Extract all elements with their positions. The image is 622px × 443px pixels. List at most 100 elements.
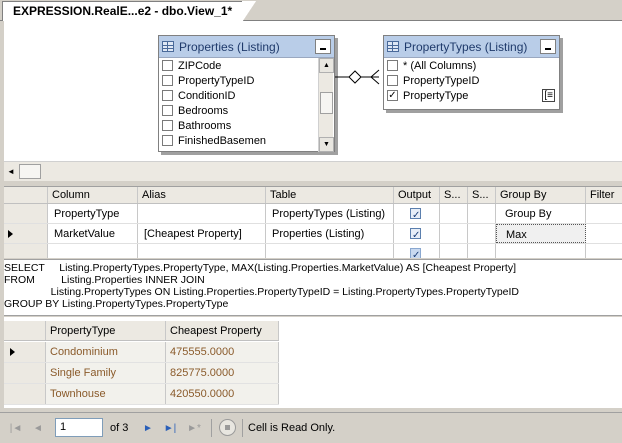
column-item[interactable]: ✓ PropertyType [≡ [384,88,559,103]
row-header-cell[interactable] [4,204,48,223]
propertytypes-table-header[interactable]: PropertyTypes (Listing) [384,36,559,58]
column-checkbox[interactable] [162,120,173,131]
cell-filter[interactable] [586,204,622,223]
previous-record-icon[interactable]: ◄ [30,420,46,436]
cell-sort-order[interactable] [468,244,496,258]
new-record-icon[interactable]: ►* [186,420,202,436]
cell-alias[interactable] [138,204,266,223]
cell-table[interactable]: Properties (Listing) [266,224,394,243]
row-header-cell[interactable] [4,244,48,258]
cell-column[interactable]: PropertyType [48,204,138,223]
table-row[interactable]: Townhouse 420550.0000 [4,384,279,405]
cell-group-by[interactable] [496,244,586,258]
cell-propertytype[interactable]: Condominium [46,342,166,362]
cell-sort-order[interactable] [468,224,496,243]
next-record-icon[interactable]: ► [140,420,156,436]
cell-group-by[interactable]: Group By [496,204,586,223]
cell-column[interactable]: MarketValue [48,224,138,243]
cell-sort-type[interactable] [440,204,468,223]
cell-propertytype[interactable]: Single Family [46,363,166,383]
header-alias[interactable]: Alias [138,187,266,203]
criteria-row-new[interactable] [4,244,622,258]
cell-cheapest-property[interactable]: 825775.0000 [166,363,279,383]
cell-sort-type[interactable] [440,244,468,258]
column-checkbox-checked[interactable]: ✓ [387,90,398,101]
cell-sort-type[interactable] [440,224,468,243]
row-header-cell[interactable] [4,384,46,404]
properties-table-box[interactable]: Properties (Listing) ZIPCode PropertyTyp… [158,35,335,152]
column-checkbox[interactable] [387,75,398,86]
cell-sort-order[interactable] [468,204,496,223]
output-checkbox[interactable] [410,206,421,223]
header-group-by[interactable]: Group By [496,187,586,203]
join-connector[interactable] [335,65,385,89]
last-record-icon[interactable]: ►| [162,420,178,436]
criteria-row[interactable]: PropertyType PropertyTypes (Listing) Gro… [4,204,622,224]
diagram-hscrollbar[interactable]: ◄ [4,161,622,181]
cell-table[interactable]: PropertyTypes (Listing) [266,204,394,223]
header-filter[interactable]: Filter [586,187,622,203]
column-checkbox[interactable] [162,75,173,86]
first-record-icon[interactable]: |◄ [8,420,24,436]
minimize-button[interactable] [540,39,556,54]
column-item[interactable]: Bedrooms [159,103,334,118]
criteria-row[interactable]: MarketValue [Cheapest Property] Properti… [4,224,622,244]
column-checkbox[interactable] [387,60,398,71]
output-checkbox[interactable] [410,226,421,243]
sql-line: FROM Listing.Properties INNER JOIN [4,274,205,286]
cell-filter[interactable] [586,244,622,258]
header-sort-order[interactable]: S... [468,187,496,203]
column-item[interactable]: FinishedBasemen [159,133,334,148]
results-grid[interactable]: PropertyType Cheapest Property Condomini… [4,317,622,408]
column-item[interactable]: ConditionID [159,88,334,103]
column-checkbox[interactable] [162,105,173,116]
header-output[interactable]: Output [394,187,440,203]
column-checkbox[interactable] [162,135,173,146]
row-header-cell[interactable] [4,224,48,243]
header-column[interactable]: Column [48,187,138,203]
row-header-cell[interactable] [4,363,46,383]
header-table[interactable]: Table [266,187,394,203]
header-propertytype[interactable]: PropertyType [46,321,166,340]
current-record-input[interactable]: 1 [55,418,103,437]
header-sort-type[interactable]: S... [440,187,468,203]
properties-scrollbar[interactable]: ▲ ▼ [318,58,334,152]
diagram-pane[interactable]: Properties (Listing) ZIPCode PropertyTyp… [4,21,622,161]
cell-cheapest-property[interactable]: 475555.0000 [166,342,279,362]
minimize-button[interactable] [315,39,331,54]
properties-table-header[interactable]: Properties (Listing) [159,36,334,58]
criteria-grid[interactable]: Column Alias Table Output S... S... Grou… [4,186,622,258]
header-cheapest-property[interactable]: Cheapest Property [166,321,279,340]
column-item[interactable]: Bathrooms [159,118,334,133]
stop-icon[interactable] [219,419,236,436]
sql-pane[interactable]: SELECT Listing.PropertyTypes.PropertyTyp… [4,259,622,316]
view-tab[interactable]: EXPRESSION.RealE...e2 - dbo.View_1* [2,1,257,22]
column-item[interactable]: PropertyTypeID [384,73,559,88]
column-item[interactable]: * (All Columns) [384,58,559,73]
cell-table[interactable] [266,244,394,258]
cell-output[interactable] [394,204,440,223]
column-item[interactable]: ZIPCode [159,58,334,73]
cell-alias[interactable] [138,244,266,258]
table-row[interactable]: Condominium 475555.0000 [4,342,279,363]
table-row[interactable]: Single Family 825775.0000 [4,363,279,384]
cell-filter[interactable] [586,224,622,243]
output-checkbox[interactable] [410,246,421,258]
scroll-thumb[interactable] [320,92,333,114]
cell-group-by-selected[interactable]: Max [496,224,586,243]
scroll-down-arrow-icon[interactable]: ▼ [319,137,334,152]
cell-output[interactable] [394,244,440,258]
cell-alias[interactable]: [Cheapest Property] [138,224,266,243]
row-header-cell[interactable] [4,342,46,362]
column-checkbox[interactable] [162,90,173,101]
scroll-up-arrow-icon[interactable]: ▲ [319,58,334,73]
column-checkbox[interactable] [162,60,173,71]
scroll-thumb[interactable] [19,164,41,179]
scroll-left-arrow-icon[interactable]: ◄ [4,164,18,179]
propertytypes-table-box[interactable]: PropertyTypes (Listing) * (All Columns) … [383,35,560,110]
cell-cheapest-property[interactable]: 420550.0000 [166,384,279,404]
cell-column[interactable] [48,244,138,258]
column-item[interactable]: PropertyTypeID [159,73,334,88]
cell-output[interactable] [394,224,440,243]
cell-propertytype[interactable]: Townhouse [46,384,166,404]
